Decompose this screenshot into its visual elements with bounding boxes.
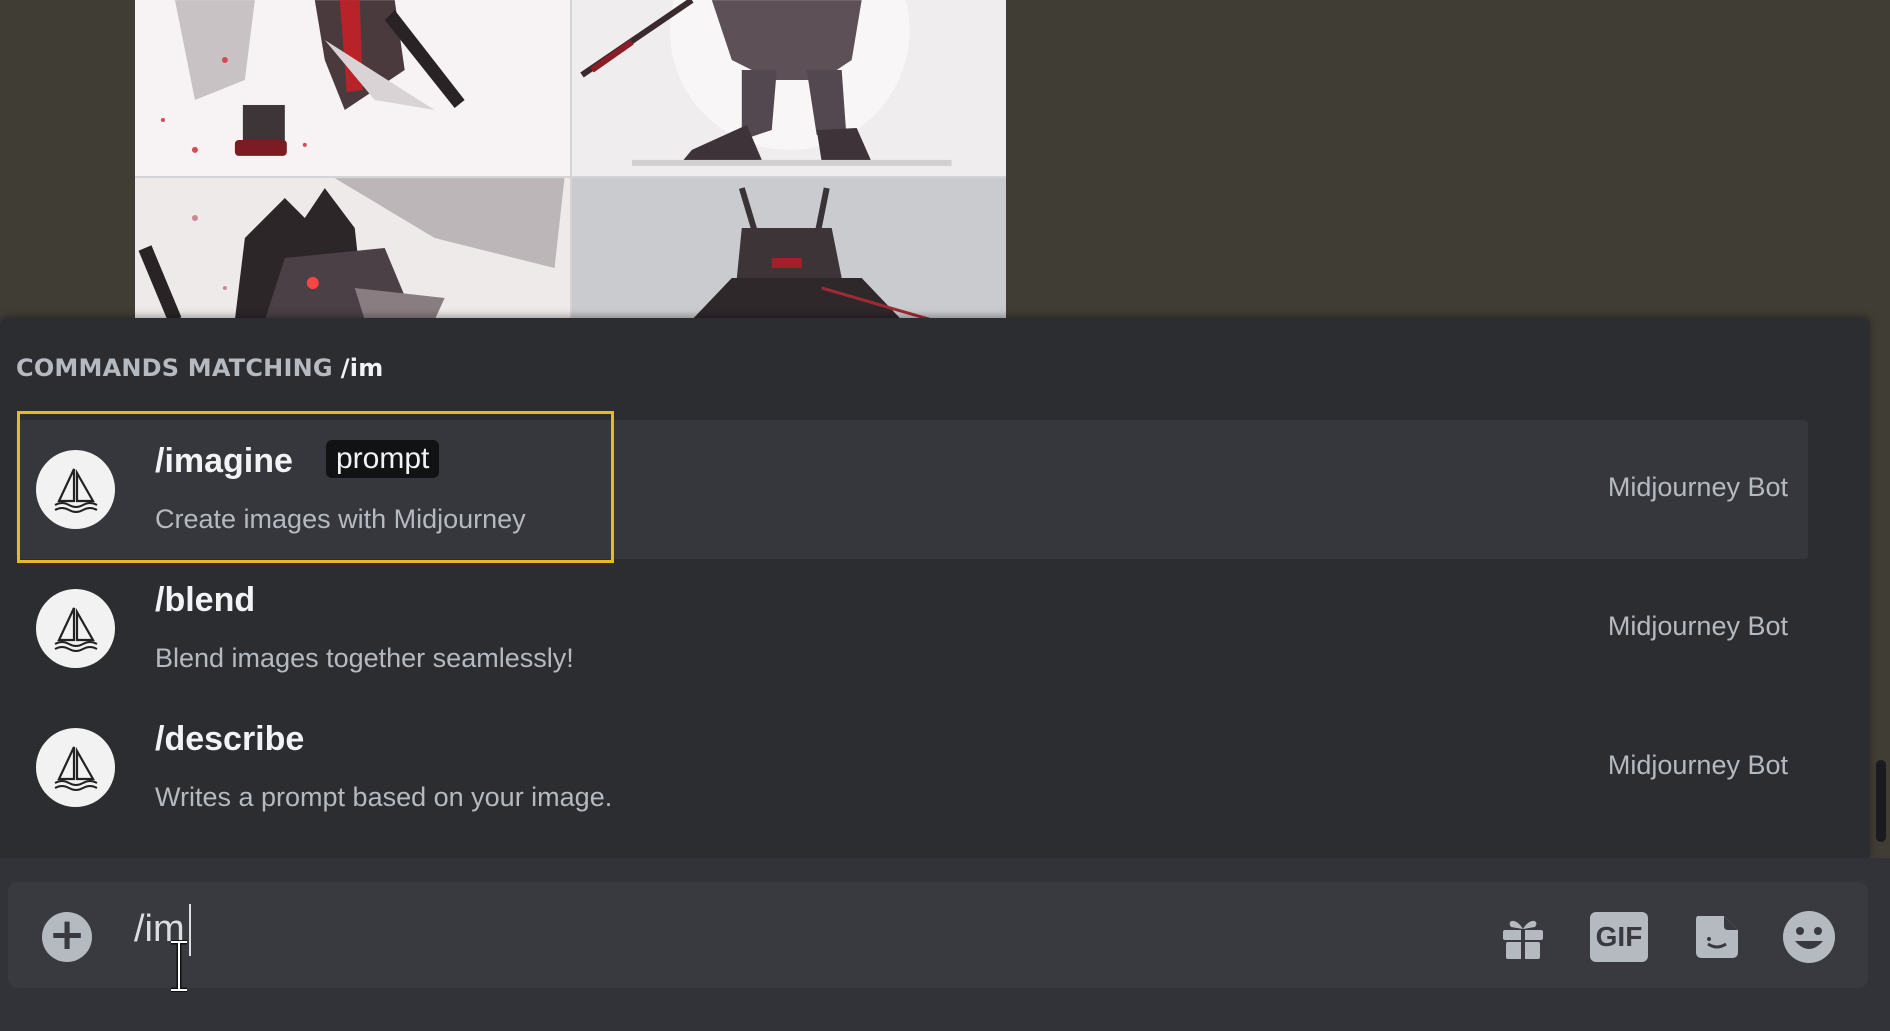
image-grid[interactable] [135, 0, 1006, 318]
helmet-warrior-image [571, 178, 1006, 318]
sailboat-icon [54, 607, 97, 652]
gift-button[interactable] [1494, 910, 1552, 964]
plus-icon: + [48, 909, 86, 960]
command-option-imagine[interactable]: /imagine prompt Create images with Midjo… [16, 420, 1808, 559]
autocomplete-query: /im [340, 354, 384, 382]
grid-image-2[interactable] [571, 0, 1006, 176]
command-param-prompt: prompt [326, 440, 440, 478]
sticker-icon [1696, 916, 1738, 958]
command-description: Writes a prompt based on your image. [155, 782, 613, 812]
command-autocomplete-panel: COMMANDS MATCHING/im /imagine prompt Cre… [0, 318, 1870, 858]
command-name: /imagine [155, 442, 293, 480]
bot-avatar [36, 450, 115, 529]
ibeam-cursor-icon [171, 940, 187, 992]
command-source: Midjourney Bot [1607, 472, 1788, 502]
sticker-button[interactable] [1688, 910, 1746, 964]
grid-image-1[interactable] [135, 0, 570, 176]
sailboat-icon [54, 746, 97, 791]
masked-samurai-image [138, 178, 565, 318]
command-name: /blend [155, 581, 256, 619]
emoji-button[interactable] [1780, 910, 1838, 964]
command-description: Blend images together seamlessly! [155, 643, 574, 673]
command-source: Midjourney Bot [1607, 750, 1788, 780]
gift-icon [1503, 920, 1543, 959]
command-option-describe[interactable]: /describe Writes a prompt based on your … [16, 698, 1808, 837]
autocomplete-header: COMMANDS MATCHING/im [16, 354, 383, 382]
grid-image-3[interactable] [135, 178, 570, 318]
smiley-emoji-icon [1783, 911, 1835, 963]
gif-button[interactable]: GIF [1590, 910, 1648, 964]
gif-label: GIF [1590, 912, 1648, 962]
command-option-blend[interactable]: /blend Blend images together seamlessly!… [16, 559, 1808, 698]
bot-avatar [36, 589, 115, 668]
attach-button[interactable]: + [42, 912, 92, 962]
scrollbar[interactable] [1876, 760, 1886, 842]
composer-area: + /im GIF [0, 858, 1890, 1031]
grid-image-4[interactable] [571, 178, 1006, 318]
autocomplete-header-label: COMMANDS MATCHING [16, 354, 333, 382]
bot-avatar [36, 728, 115, 807]
command-description: Create images with Midjourney [155, 504, 526, 534]
message-input-bar[interactable]: + /im GIF [8, 882, 1868, 992]
sailboat-icon [54, 468, 97, 513]
command-name: /describe [155, 720, 305, 758]
armored-samurai-image [160, 0, 465, 156]
mech-warrior-image [579, 0, 952, 166]
command-source: Midjourney Bot [1607, 611, 1788, 641]
